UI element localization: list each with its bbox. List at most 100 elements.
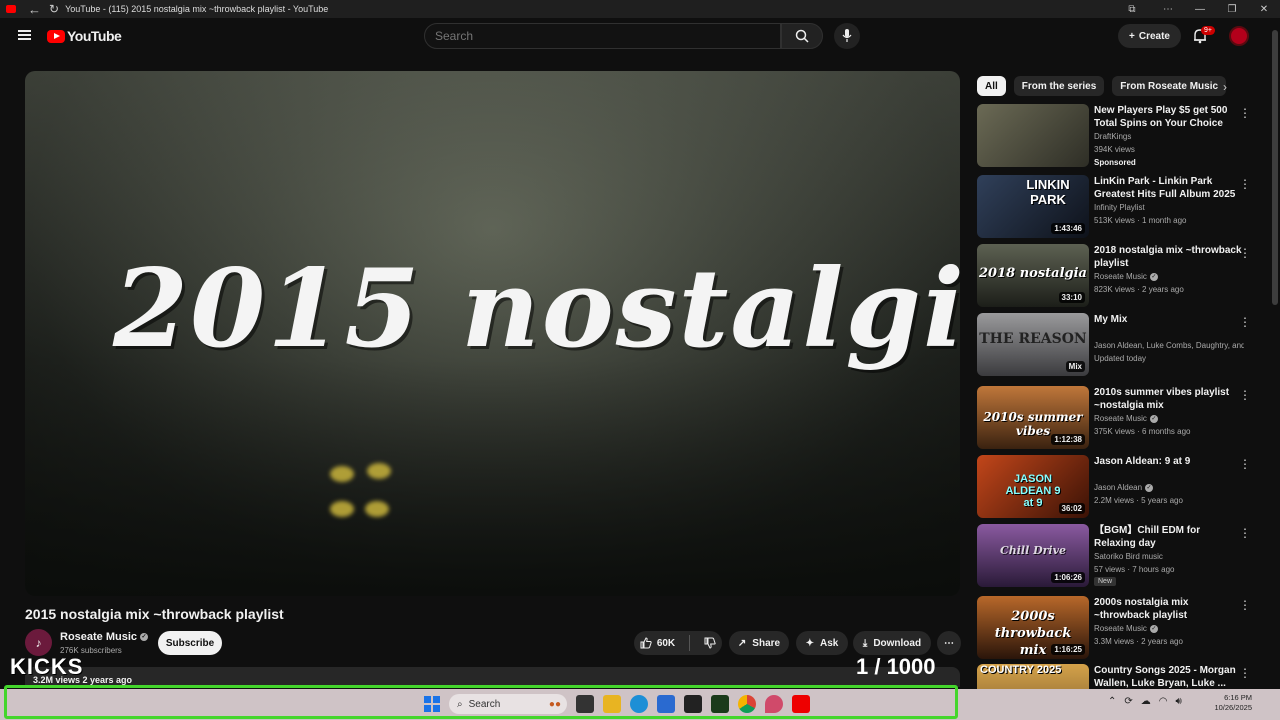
video-duration: 1:16:25 [1051,644,1085,655]
download-label: Download [873,637,922,649]
recommendation-item[interactable]: 2010s summer vibes 1:12:38 2010s summer … [977,386,1257,450]
video-frame-light [330,501,354,517]
recommendation-title[interactable]: 2000s nostalgia mix ~throwback playlist [1094,596,1244,622]
verified-check-icon: ✓ [140,633,149,642]
video-thumbnail[interactable]: 2018 nostalgia 33:10 [977,244,1089,307]
file-explorer-icon[interactable] [603,695,621,713]
microsoft-store-icon[interactable] [657,695,675,713]
video-frame-ground [25,359,960,596]
ask-button[interactable]: ✦ Ask [796,631,848,655]
create-button[interactable]: + Create [1118,24,1181,48]
minimize-button[interactable]: — [1184,4,1216,15]
recommendation-title[interactable]: My Mix [1094,313,1244,326]
channel-name[interactable]: Roseate Music ✓ [60,631,149,643]
chip-all[interactable]: All [977,76,1006,96]
more-options-icon[interactable]: ⋮ [1239,526,1251,540]
more-options-icon[interactable]: ⋮ [1239,246,1251,260]
taskbar-search-label: Search [468,698,501,710]
recommendation-title[interactable]: Country Songs 2025 - Morgan Wallen, Luke… [1094,664,1244,689]
sync-icon[interactable]: ⟳ [1124,696,1132,707]
reload-icon[interactable]: ↻ [49,2,59,16]
maps-pin-icon[interactable] [765,695,783,713]
taskbar-search[interactable]: ⌕ Search ●● [449,694,567,714]
maximize-button[interactable]: ❐ [1216,4,1248,15]
voice-search-button[interactable] [834,23,860,49]
thumbnail-text: 2018 nostalgia [979,266,1087,281]
more-options-icon[interactable]: ⋮ [1239,388,1251,402]
video-thumbnail[interactable]: COUNTRY 2025 [977,664,1089,689]
share-label: Share [752,637,781,649]
video-thumbnail[interactable] [977,104,1089,167]
thumbs-down-icon[interactable] [704,637,716,649]
search-input[interactable] [425,24,780,48]
video-thumbnail[interactable]: 2000s throwback mix 1:16:25 [977,596,1089,659]
more-actions-button[interactable]: ⋯ [937,631,961,655]
recommendation-title[interactable]: LinKin Park - Linkin Park Greatest Hits … [1094,175,1244,201]
recommendation-meta: 823K views · 2 years ago [1094,285,1184,294]
microphone-icon [842,29,852,42]
edge-browser-icon[interactable] [630,695,648,713]
like-button[interactable]: 60K [640,637,675,649]
recommendation-title[interactable]: New Players Play $5 get 500 Total Spins … [1094,104,1244,130]
taskbar-clock[interactable]: 6:16 PM 10/26/2025 [1206,693,1252,713]
youtube-play-icon [47,29,65,43]
extensions-icon[interactable]: ⧉ [1112,4,1152,15]
more-options-icon[interactable]: ⋮ [1239,106,1251,120]
search-button[interactable] [781,23,823,49]
video-title: 2015 nostalgia mix ~throwback playlist [25,606,284,622]
hamburger-menu-icon[interactable] [18,30,31,40]
recommendation-title[interactable]: 2018 nostalgia mix ~throwback playlist [1094,244,1244,270]
kebab-menu-icon[interactable]: ⋯ [1152,4,1184,15]
video-thumbnail[interactable]: LINKIN PARK 1:43:46 [977,175,1089,238]
nvidia-icon[interactable] [711,695,729,713]
back-arrow-icon[interactable]: ← [28,2,41,17]
wifi-icon[interactable]: ◠ [1159,696,1168,707]
chip-from-roseate-music[interactable]: From Roseate Music [1112,76,1227,96]
more-options-icon[interactable]: ⋮ [1239,666,1251,680]
video-thumbnail[interactable]: JASON ALDEAN 9 at 9 36:02 [977,455,1089,518]
download-button[interactable]: ⤓ Download [853,631,931,655]
download-icon: ⤓ [862,637,868,649]
chevron-right-icon[interactable]: › [1223,80,1227,94]
windows-start-icon[interactable] [424,696,440,712]
video-player[interactable]: 2015 nostalgia [25,71,960,596]
epic-games-icon[interactable] [684,695,702,713]
chip-from-the-series[interactable]: From the series [1013,76,1105,96]
more-options-icon[interactable]: ⋮ [1239,457,1251,471]
recommendation-title[interactable]: Jason Aldean: 9 at 9 [1094,455,1244,468]
cloud-icon[interactable]: ☁ [1141,696,1151,707]
subscribe-button[interactable]: Subscribe [158,631,222,655]
volume-icon[interactable]: 🔊︎ [1176,696,1182,707]
video-thumbnail[interactable]: THE REASON Mix [977,313,1089,376]
chrome-icon[interactable] [738,695,756,713]
close-button[interactable]: ✕ [1248,4,1280,15]
channel-avatar[interactable]: ♪ [25,629,52,656]
recommendation-item[interactable]: Chill Drive 1:06:26 【BGM】Chill EDM for R… [977,524,1257,588]
more-options-icon[interactable]: ⋮ [1239,598,1251,612]
account-avatar[interactable] [1229,26,1249,46]
recommendation-item[interactable]: JASON ALDEAN 9 at 9 36:02 Jason Aldean: … [977,455,1257,519]
recommendation-title[interactable]: 【BGM】Chill EDM for Relaxing day [1094,524,1244,550]
task-view-icon[interactable] [576,695,594,713]
youtube-logo[interactable]: YouTube [47,28,122,44]
recommendation-item[interactable]: LINKIN PARK 1:43:46 LinKin Park - Linkin… [977,175,1257,239]
video-overlay-title: 2015 nostalgia [113,246,960,372]
recommendation-item[interactable]: 2000s throwback mix 1:16:25 2000s nostal… [977,596,1257,660]
video-duration: 1:43:46 [1051,223,1085,234]
more-options-icon[interactable]: ⋮ [1239,177,1251,191]
more-options-icon[interactable]: ⋮ [1239,315,1251,329]
chevron-up-icon[interactable]: ⌃ [1108,696,1116,707]
description-box[interactable]: 3.2M views 2 years ago [25,667,960,687]
video-thumbnail[interactable]: Chill Drive 1:06:26 [977,524,1089,587]
mix-badge: Mix [1065,361,1085,372]
recommendation-item[interactable]: New Players Play $5 get 500 Total Spins … [977,104,1257,168]
recommendation-item[interactable]: COUNTRY 2025 Country Songs 2025 - Morgan… [977,664,1257,689]
page-scrollbar[interactable] [1272,30,1278,305]
share-button[interactable]: ↗ Share [729,631,789,655]
recommendation-title[interactable]: 2010s summer vibes playlist ~nostalgia m… [1094,386,1244,412]
recommendation-item[interactable]: THE REASON Mix My Mix Jason Aldean, Luke… [977,313,1257,377]
like-separator [689,635,691,651]
recommendation-item[interactable]: 2018 nostalgia 33:10 2018 nostalgia mix … [977,244,1257,308]
video-thumbnail[interactable]: 2010s summer vibes 1:12:38 [977,386,1089,449]
youtube-taskbar-icon[interactable] [792,695,810,713]
